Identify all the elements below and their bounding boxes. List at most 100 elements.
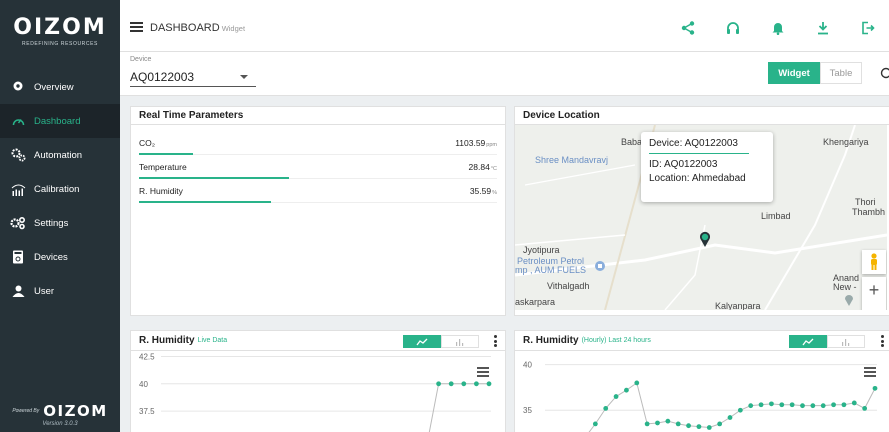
- sidebar-item-devices[interactable]: Devices: [0, 240, 120, 274]
- street-view-pegman-icon[interactable]: [862, 250, 886, 274]
- gears-icon: [10, 147, 26, 163]
- download-icon[interactable]: [815, 20, 831, 36]
- data-point: [675, 421, 681, 427]
- device-map[interactable]: Baba Shree Mandavravj Khengariya Thori T…: [515, 125, 887, 310]
- table-view-button[interactable]: Table: [820, 62, 862, 84]
- page-title-text: DASHBOARD: [150, 22, 220, 34]
- line-chart-icon: [802, 338, 814, 345]
- sidebar: OIZOM REDEFINING RESOURCES Overview Dash…: [0, 0, 120, 432]
- location-pin-icon: [10, 79, 26, 95]
- parameter-number: 1103.59: [455, 138, 486, 148]
- parameter-unit: %: [492, 190, 497, 196]
- brand-logo[interactable]: OIZOM REDEFINING RESOURCES: [0, 0, 120, 62]
- parameter-value: 1103.59ppm: [455, 138, 497, 148]
- popup-device: Device: AQ0122003: [649, 138, 738, 149]
- share-icon[interactable]: [680, 20, 696, 36]
- place-pin-icon: [844, 293, 854, 310]
- device-label: Device: [130, 56, 152, 63]
- parameter-unit: ppm: [486, 142, 497, 148]
- humidity-hourly-header: R. Humidity (Hourly) Last 24 hours: [515, 331, 889, 351]
- y-tick-label: 35: [523, 406, 532, 415]
- device-bar: Device AQ0122003 Widget Table: [120, 52, 889, 96]
- data-point: [779, 402, 785, 408]
- device-icon: [10, 249, 26, 265]
- realtime-row: CO₂ 1103.59ppm: [139, 131, 497, 155]
- humidity-hourly-panel: R. Humidity (Hourly) Last 24 hours 40 35: [514, 330, 889, 432]
- device-select[interactable]: AQ0122003: [130, 67, 256, 87]
- data-point: [603, 406, 609, 411]
- device-selected-value: AQ0122003: [130, 69, 195, 84]
- y-tick-label: 42.5: [139, 352, 155, 361]
- parameter-value: 35.59%: [470, 186, 497, 196]
- parameter-value: 28.84°C: [469, 162, 497, 172]
- sidebar-item-label: Devices: [34, 251, 68, 263]
- humidity-live-panel: R. Humidity Live Data 42.5 40 37.5: [130, 330, 506, 432]
- data-point: [592, 421, 598, 427]
- line-chart-button[interactable]: [789, 335, 827, 348]
- chart-type-toggle: [789, 335, 865, 348]
- data-point: [474, 381, 479, 387]
- chart-title: R. Humidity: [139, 335, 195, 346]
- view-toggle: Widget Table: [768, 62, 862, 84]
- data-point: [624, 387, 629, 393]
- bell-icon[interactable]: [770, 20, 786, 36]
- data-point: [737, 407, 743, 413]
- data-point: [644, 421, 650, 427]
- data-point: [769, 401, 774, 407]
- map-label: Kalyanpara: [715, 301, 761, 310]
- calibration-icon: [10, 181, 26, 197]
- map-label: Thori: [855, 197, 876, 207]
- sidebar-item-label: Calibration: [34, 183, 80, 195]
- map-label: Khengariya: [823, 137, 869, 147]
- device-marker-icon[interactable]: [699, 231, 711, 252]
- map-label: Vithalgadh: [547, 281, 590, 291]
- data-point: [758, 402, 764, 408]
- humidity-hourly-chart: 40 35: [523, 361, 878, 432]
- parameter-unit: °C: [490, 166, 497, 172]
- widget-view-button[interactable]: Widget: [768, 62, 820, 84]
- bar-chart-button[interactable]: [441, 335, 479, 348]
- chart-title: R. Humidity: [523, 335, 579, 346]
- sidebar-item-dashboard[interactable]: Dashboard: [0, 104, 120, 138]
- more-options-icon[interactable]: [492, 335, 498, 347]
- data-point: [820, 403, 826, 409]
- sidebar-item-automation[interactable]: Automation: [0, 138, 120, 172]
- humidity-live-header: R. Humidity Live Data: [131, 331, 505, 351]
- bar-chart-button[interactable]: [827, 335, 865, 348]
- data-point: [686, 423, 691, 429]
- zoom-in-button[interactable]: +: [862, 277, 886, 303]
- line-chart-button[interactable]: [403, 335, 441, 348]
- more-options-icon[interactable]: [879, 335, 885, 347]
- search-icon[interactable]: [880, 66, 889, 84]
- y-tick-label: 37.5: [139, 407, 155, 416]
- sidebar-item-overview[interactable]: Overview: [0, 70, 120, 104]
- zoom-out-button[interactable]: −: [862, 303, 886, 311]
- sidebar-item-settings[interactable]: Settings: [0, 206, 120, 240]
- sidebar-item-user[interactable]: User: [0, 274, 120, 308]
- menu-icon[interactable]: [130, 22, 143, 34]
- sidebar-item-label: User: [34, 285, 55, 297]
- page-subtitle: Widget: [221, 24, 246, 33]
- page-title: DASHBOARD Widget: [150, 22, 245, 34]
- sidebar-item-label: Dashboard: [34, 115, 81, 127]
- sidebar-item-calibration[interactable]: Calibration: [0, 172, 120, 206]
- data-point: [851, 400, 857, 406]
- logout-icon[interactable]: [860, 20, 876, 36]
- data-point: [665, 418, 671, 424]
- parameter-number: 35.59: [469, 186, 492, 196]
- realtime-panel: Real Time Parameters CO₂ 1103.59ppm Temper…: [130, 106, 506, 316]
- map-zoom-control: + −: [862, 277, 886, 310]
- data-point: [841, 402, 847, 408]
- bar-chart-icon: [456, 338, 464, 346]
- data-point: [486, 381, 492, 387]
- chart-type-toggle: [403, 335, 479, 348]
- top-bar: DASHBOARD Widget: [120, 0, 889, 52]
- data-point: [696, 424, 702, 430]
- data-point: [448, 381, 454, 387]
- realtime-row: Temperature 28.84°C: [139, 155, 497, 179]
- line-chart-icon: [416, 338, 428, 345]
- series-line: [428, 383, 489, 432]
- sidebar-item-label: Settings: [34, 217, 69, 229]
- map-label: Jyotipura: [523, 245, 560, 255]
- headset-icon[interactable]: [725, 20, 741, 36]
